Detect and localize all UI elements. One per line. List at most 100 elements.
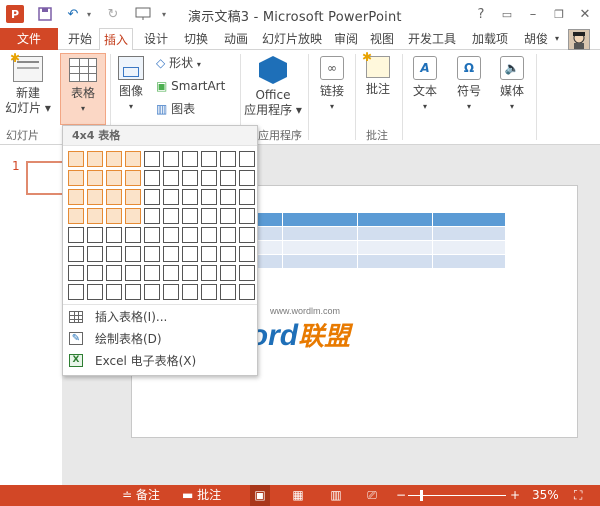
table-grid-cell[interactable] <box>220 189 236 205</box>
table-grid-cell[interactable] <box>144 284 160 300</box>
comment-button[interactable]: ✱ 批注 <box>358 50 398 124</box>
tab-view[interactable]: 视图 <box>366 28 398 50</box>
table-grid-cell[interactable] <box>201 170 217 186</box>
fit-slide-button[interactable]: ⛶ <box>574 485 582 506</box>
table-grid-cell[interactable] <box>220 151 236 167</box>
reading-view-button[interactable]: ▥ <box>328 485 344 506</box>
table-grid-cell[interactable] <box>182 284 198 300</box>
table-grid-cell[interactable] <box>182 189 198 205</box>
tab-addins[interactable]: 加载项 <box>466 28 514 50</box>
tab-animations[interactable]: 动画 <box>218 28 254 50</box>
table-grid-cell[interactable] <box>125 170 141 186</box>
table-grid-cell[interactable] <box>182 151 198 167</box>
table-grid-cell[interactable] <box>144 227 160 243</box>
tab-insert[interactable]: 插入 <box>99 28 133 51</box>
draw-table-item[interactable]: ✎ 绘制表格(D) <box>63 328 257 350</box>
present-icon[interactable] <box>134 4 152 24</box>
table-grid-cell[interactable] <box>87 170 103 186</box>
table-grid-cell[interactable] <box>87 227 103 243</box>
table-grid-cell[interactable] <box>239 189 255 205</box>
comments-button[interactable]: ▬ 批注 <box>182 485 221 506</box>
table-grid-cell[interactable] <box>125 246 141 262</box>
media-button[interactable]: 🔈 媒体 ▾ <box>492 54 532 124</box>
table-grid-cell[interactable] <box>239 208 255 224</box>
table-grid-cell[interactable] <box>163 170 179 186</box>
table-grid-cell[interactable] <box>87 189 103 205</box>
office-apps-button[interactable]: Office 应用程序 ▾ <box>244 54 302 124</box>
table-grid-cell[interactable] <box>220 265 236 281</box>
slideshow-button[interactable]: ⎚ <box>364 485 380 506</box>
table-grid-cell[interactable] <box>106 265 122 281</box>
table-grid-cell[interactable] <box>144 151 160 167</box>
text-button[interactable]: A 文本 ▾ <box>406 54 444 124</box>
table-grid-cell[interactable] <box>201 246 217 262</box>
table-grid-cell[interactable] <box>106 208 122 224</box>
minimize-icon[interactable]: – <box>524 4 542 24</box>
table-grid-cell[interactable] <box>68 151 84 167</box>
table-grid-cell[interactable] <box>201 151 217 167</box>
table-grid-cell[interactable] <box>106 284 122 300</box>
normal-view-button[interactable]: ▣ <box>250 485 270 506</box>
avatar[interactable] <box>568 29 590 50</box>
image-button[interactable]: 图像 ▾ <box>112 54 150 124</box>
table-grid-cell[interactable] <box>201 284 217 300</box>
table-grid-cell[interactable] <box>182 265 198 281</box>
tab-file[interactable]: 文件 <box>0 28 58 50</box>
table-grid-cell[interactable] <box>87 265 103 281</box>
table-grid-cell[interactable] <box>182 208 198 224</box>
table-grid-cell[interactable] <box>68 227 84 243</box>
user-dropdown-icon[interactable]: ▾ <box>552 28 562 50</box>
slide-sorter-button[interactable]: ▦ <box>290 485 306 506</box>
table-grid-cell[interactable] <box>87 284 103 300</box>
smartart-button[interactable]: ▣ SmartArt <box>156 79 232 97</box>
table-grid-cell[interactable] <box>201 189 217 205</box>
table-grid-cell[interactable] <box>239 265 255 281</box>
table-grid-cell[interactable] <box>220 208 236 224</box>
zoom-level[interactable]: 35% <box>532 485 559 506</box>
table-grid-cell[interactable] <box>239 284 255 300</box>
table-grid-cell[interactable] <box>201 208 217 224</box>
table-grid-cell[interactable] <box>68 189 84 205</box>
table-grid-cell[interactable] <box>144 170 160 186</box>
table-grid-cell[interactable] <box>68 246 84 262</box>
table-grid-cell[interactable] <box>106 227 122 243</box>
table-grid-cell[interactable] <box>182 170 198 186</box>
notes-button[interactable]: ≐ 备注 <box>122 485 160 506</box>
table-grid-cell[interactable] <box>144 265 160 281</box>
table-grid-cell[interactable] <box>220 246 236 262</box>
table-grid-cell[interactable] <box>220 284 236 300</box>
customize-qat-icon[interactable]: ▾ <box>158 4 170 24</box>
table-grid-cell[interactable] <box>68 265 84 281</box>
user-name[interactable]: 胡俊 <box>518 28 554 50</box>
table-grid-cell[interactable] <box>201 227 217 243</box>
table-grid-cell[interactable] <box>106 189 122 205</box>
tab-transitions[interactable]: 切换 <box>178 28 214 50</box>
table-grid-cell[interactable] <box>144 208 160 224</box>
table-grid-cell[interactable] <box>220 227 236 243</box>
save-icon[interactable] <box>36 4 54 24</box>
tab-developer[interactable]: 开发工具 <box>402 28 462 50</box>
table-grid-cell[interactable] <box>68 208 84 224</box>
table-grid-cell[interactable] <box>182 246 198 262</box>
table-grid-cell[interactable] <box>239 170 255 186</box>
table-grid-cell[interactable] <box>163 189 179 205</box>
table-grid-cell[interactable] <box>106 246 122 262</box>
table-grid-cell[interactable] <box>163 227 179 243</box>
table-grid-cell[interactable] <box>125 227 141 243</box>
table-grid-cell[interactable] <box>87 246 103 262</box>
tab-design[interactable]: 设计 <box>138 28 174 50</box>
symbol-button[interactable]: Ω 符号 ▾ <box>450 54 488 124</box>
restore-icon[interactable]: ❐ <box>550 4 568 24</box>
table-grid-cell[interactable] <box>163 284 179 300</box>
table-grid-cell[interactable] <box>163 208 179 224</box>
table-grid-cell[interactable] <box>106 170 122 186</box>
undo-dropdown-icon[interactable]: ▾ <box>84 4 94 24</box>
table-grid-cell[interactable] <box>125 284 141 300</box>
insert-table-item[interactable]: 插入表格(I)... <box>63 306 257 328</box>
table-grid-cell[interactable] <box>163 151 179 167</box>
table-grid-cell[interactable] <box>201 265 217 281</box>
chart-button[interactable]: ▥ 图表 <box>156 102 216 120</box>
close-icon[interactable]: ✕ <box>576 4 594 24</box>
table-grid-cell[interactable] <box>182 227 198 243</box>
tab-slideshow[interactable]: 幻灯片放映 <box>258 28 326 50</box>
